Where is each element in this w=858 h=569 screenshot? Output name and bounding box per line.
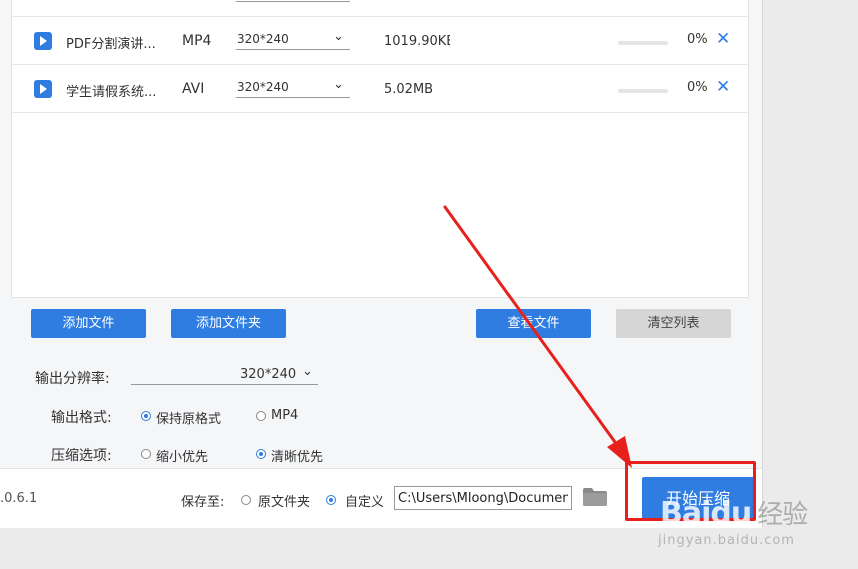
resolution-dropdown[interactable]: 320*240 ⌄ bbox=[236, 29, 350, 50]
resolution-dropdown[interactable]: 320*240 ⌄ bbox=[236, 77, 350, 98]
watermark-logo: Baidu 经验 bbox=[660, 494, 808, 531]
progress-bar bbox=[618, 41, 668, 45]
version-text: .0.6.1 bbox=[0, 491, 38, 506]
save-original-radio[interactable] bbox=[241, 495, 251, 505]
file-size: 5.02MB bbox=[384, 82, 434, 97]
save-to-label: 保存至: bbox=[181, 495, 225, 510]
format-mp4-label: MP4 bbox=[271, 408, 299, 423]
compress-label: 压缩选项: bbox=[51, 448, 112, 464]
save-custom-label: 自定义 bbox=[345, 495, 385, 510]
resolution-value: 320*240 bbox=[237, 80, 289, 94]
progress-percent: 0% bbox=[687, 32, 708, 47]
resolution-dropdown[interactable] bbox=[236, 0, 350, 2]
watermark-brand: Baidu bbox=[660, 496, 752, 531]
format-keep-radio[interactable] bbox=[141, 411, 151, 421]
compress-clear-label: 清晰优先 bbox=[271, 450, 324, 465]
save-original-label: 原文件夹 bbox=[258, 495, 311, 510]
progress-percent: 0% bbox=[687, 80, 708, 95]
add-file-button[interactable]: 添加文件 bbox=[31, 309, 146, 338]
table-row[interactable]: 学生请假系统... AVI 320*240 ⌄ 5.02MB 0% ✕ bbox=[12, 65, 748, 113]
file-list: PDF分割演讲... MP4 320*240 ⌄ 1019.90KB 0% ✕ … bbox=[11, 0, 749, 298]
progress-bar bbox=[618, 89, 668, 93]
save-path-input[interactable] bbox=[394, 486, 572, 510]
file-format: AVI bbox=[182, 81, 205, 97]
table-row bbox=[12, 0, 748, 17]
view-files-button[interactable]: 查看文件 bbox=[476, 309, 591, 338]
video-play-icon bbox=[34, 80, 52, 98]
save-custom-radio[interactable] bbox=[326, 495, 336, 505]
chevron-down-icon: ⌄ bbox=[302, 364, 313, 379]
output-resolution-select[interactable]: 320*240 ⌄ bbox=[131, 364, 318, 385]
chevron-down-icon: ⌄ bbox=[333, 77, 344, 92]
file-name: PDF分割演讲... bbox=[66, 37, 156, 52]
file-format: MP4 bbox=[182, 33, 212, 49]
add-folder-button[interactable]: 添加文件夹 bbox=[171, 309, 286, 338]
compress-small-label: 缩小优先 bbox=[156, 450, 209, 465]
format-keep-label: 保持原格式 bbox=[156, 412, 222, 427]
format-label: 输出格式: bbox=[51, 410, 112, 426]
output-resolution-value: 320*240 bbox=[240, 367, 297, 382]
table-row[interactable]: PDF分割演讲... MP4 320*240 ⌄ 1019.90KB 0% ✕ bbox=[12, 17, 748, 65]
close-icon[interactable]: ✕ bbox=[716, 77, 730, 97]
file-name: 学生请假系统... bbox=[66, 85, 157, 100]
resolution-label: 输出分辨率: bbox=[35, 371, 110, 387]
video-play-icon bbox=[34, 32, 52, 50]
compress-small-radio[interactable] bbox=[141, 449, 151, 459]
clear-list-button[interactable]: 清空列表 bbox=[616, 309, 731, 338]
watermark-brand-cn: 经验 bbox=[757, 500, 808, 530]
folder-icon[interactable] bbox=[583, 488, 607, 506]
chevron-down-icon: ⌄ bbox=[333, 29, 344, 44]
resolution-value: 320*240 bbox=[237, 32, 289, 46]
compress-clear-radio[interactable] bbox=[256, 449, 266, 459]
close-icon[interactable]: ✕ bbox=[716, 29, 730, 49]
file-size: 1019.90KB bbox=[384, 34, 450, 49]
watermark-url: jingyan.baidu.com bbox=[658, 533, 795, 548]
compressor-window: PDF分割演讲... MP4 320*240 ⌄ 1019.90KB 0% ✕ … bbox=[0, 0, 763, 528]
format-mp4-radio[interactable] bbox=[256, 411, 266, 421]
